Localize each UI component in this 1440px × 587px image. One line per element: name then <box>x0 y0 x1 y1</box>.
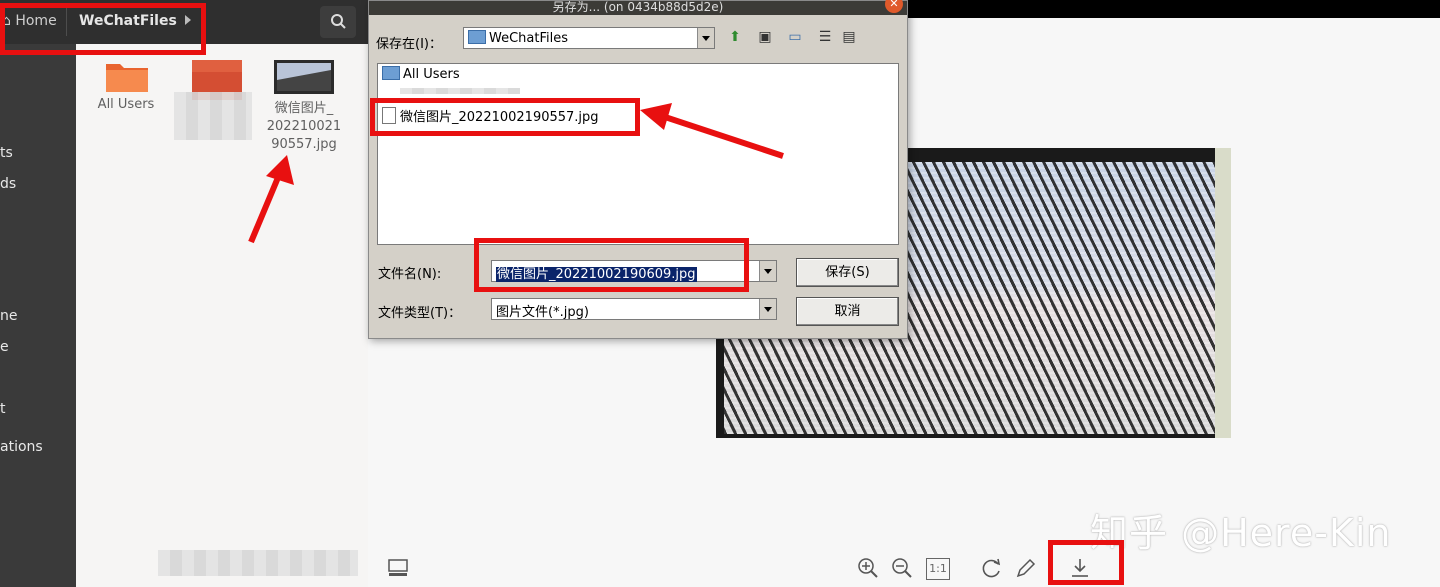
annotation-arrows <box>248 103 784 244</box>
annotation-arrow-left <box>248 155 294 244</box>
annotation-arrow-dialog <box>640 103 784 159</box>
